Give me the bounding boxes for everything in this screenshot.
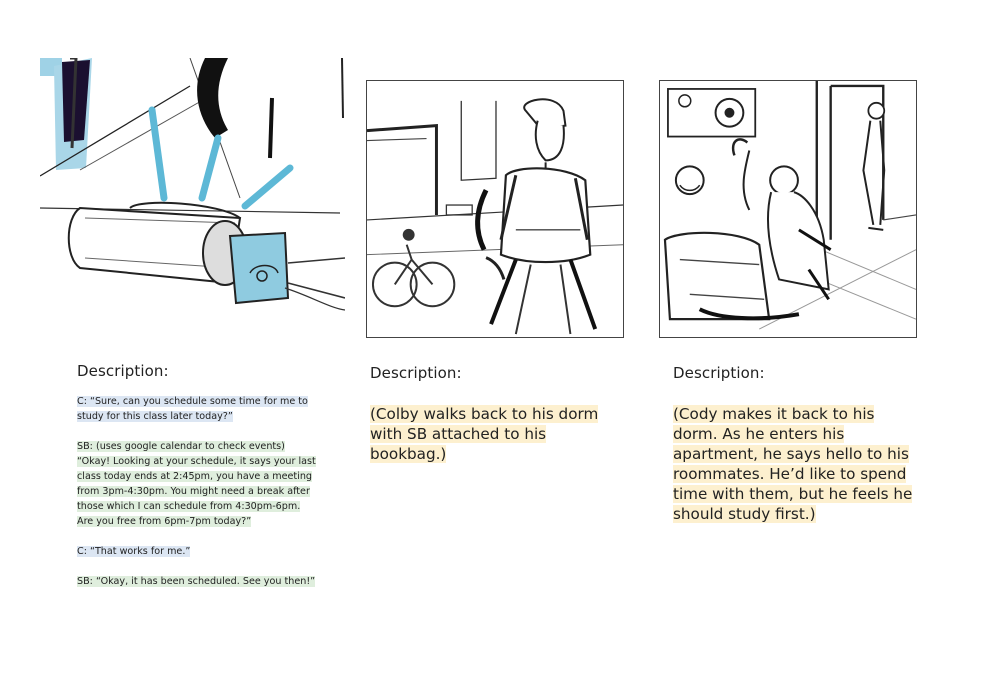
panel-2-description-label: Description:	[370, 364, 462, 382]
storyboard-panel-3-sketch	[659, 80, 917, 338]
storyboard-panel-1-sketch	[40, 58, 345, 313]
dialog-line-assistant: SB: (uses google calendar to check event…	[77, 439, 317, 529]
dialog-line-text: C: “That works for me.”	[77, 546, 191, 557]
panel-3-caption-text: (Cody makes it back to his dorm. As he e…	[673, 405, 913, 523]
dorm-roommates-sketch	[663, 81, 916, 330]
dialog-line-assistant: SB: “Okay, it has been scheduled. See yo…	[77, 574, 317, 589]
panel-3-caption: (Cody makes it back to his dorm. As he e…	[673, 404, 918, 524]
dialog-line-user: C: “Sure, can you schedule some time for…	[77, 394, 317, 424]
panel-2-caption: (Colby walks back to his dorm with SB at…	[370, 404, 610, 464]
panel-2-caption-text: (Colby walks back to his dorm with SB at…	[370, 405, 599, 463]
panel-1-dialog: C: “Sure, can you schedule some time for…	[77, 394, 317, 604]
dialog-line-text: SB: “Okay, it has been scheduled. See yo…	[77, 576, 316, 587]
dialog-line-text: C: “Sure, can you schedule some time for…	[77, 396, 308, 422]
dialog-line-text: SB: (uses google calendar to check event…	[77, 441, 316, 527]
dialog-line-user: C: “That works for me.”	[77, 544, 317, 559]
panel-3-description-label: Description:	[673, 364, 765, 382]
storyboard-panel-2-sketch	[366, 80, 624, 338]
colby-walking-sketch	[367, 98, 623, 335]
panel-1-description-label: Description:	[77, 362, 169, 380]
device-sketch	[40, 58, 345, 311]
